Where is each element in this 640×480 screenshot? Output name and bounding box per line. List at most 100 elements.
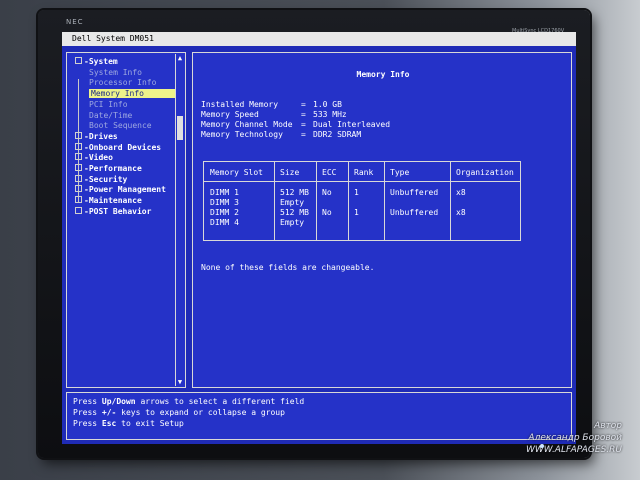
help-line: Press +/- keys to expand or collapse a g… <box>73 408 285 417</box>
table-cell: Empty <box>280 198 305 207</box>
tree-scrollbar[interactable]: ▲ ▼ <box>175 54 184 386</box>
expand-icon[interactable] <box>75 196 82 204</box>
column-divider <box>274 162 275 240</box>
tree-group-maintenance[interactable]: -Maintenance <box>75 196 142 205</box>
tree-item-pci-info[interactable]: PCI Info <box>89 100 128 109</box>
table-cell: No <box>322 188 332 197</box>
settings-tree: -System System Info Processor Info Memory I… <box>66 52 186 388</box>
tree-group-performance[interactable]: -Performance <box>75 164 142 173</box>
help-text: arrows to select a different field <box>135 397 305 406</box>
table-cell: Empty <box>280 218 305 227</box>
tree-item-date-time[interactable]: Date/Time <box>89 111 132 120</box>
help-bar: Press Up/Down arrows to select a differe… <box>66 392 572 440</box>
expand-icon[interactable] <box>75 142 82 150</box>
field-value: 1.0 GB <box>313 100 342 109</box>
help-key: Up/Down <box>101 397 136 406</box>
field-separator: = <box>301 100 306 109</box>
tree-item-label: POST Behavior <box>88 206 152 216</box>
help-text: Press <box>73 408 102 417</box>
tree-item-label: PCI Info <box>89 99 128 109</box>
help-text: keys to expand or collapse a group <box>116 408 285 417</box>
tree-item-label: Drives <box>88 131 118 141</box>
column-header: Organization <box>456 168 514 177</box>
table-cell: x8 <box>456 208 466 217</box>
field-label: Memory Technology <box>201 130 283 139</box>
table-cell: 1 <box>354 188 359 197</box>
column-divider <box>316 162 317 240</box>
tree-group-security[interactable]: -Security <box>75 174 128 184</box>
help-key: +/- <box>101 408 117 417</box>
expand-icon[interactable] <box>75 185 82 193</box>
memory-table: Memory Slot Size ECC Rank Type Organization DI… <box>203 161 521 241</box>
field-separator: = <box>301 120 306 129</box>
help-line: Press Up/Down arrows to select a differe… <box>73 397 304 406</box>
expand-icon[interactable] <box>75 206 82 214</box>
page-title: Memory Info <box>356 70 410 79</box>
scroll-thumb[interactable] <box>177 116 183 140</box>
help-text: to exit Setup <box>116 419 184 428</box>
bios-screen: Dell System DM051 -System System Info Proc… <box>62 32 576 444</box>
tree-group-system[interactable]: -System <box>75 57 118 66</box>
scroll-down-icon[interactable]: ▼ <box>176 378 184 386</box>
column-divider <box>348 162 349 240</box>
expand-icon[interactable] <box>75 164 82 171</box>
tree-item-label: System <box>88 57 118 66</box>
column-header: Rank <box>354 168 374 177</box>
tree-group-power-management[interactable]: -Power Management <box>75 185 166 194</box>
tree-group-post-behavior[interactable]: -POST Behavior <box>75 206 152 216</box>
collapse-icon[interactable] <box>75 57 82 64</box>
tree-item-label: Power Management <box>88 185 166 195</box>
field-separator: = <box>301 130 306 139</box>
tree-item-system-info[interactable]: System Info <box>89 68 142 77</box>
field-value: Dual Interleaved <box>313 120 391 129</box>
field-label: Memory Speed <box>201 110 259 119</box>
column-header: Memory Slot <box>210 168 263 177</box>
table-cell: 1 <box>354 208 359 217</box>
table-cell: DIMM 3 <box>210 198 239 207</box>
tree-item-label: Onboard Devices <box>88 142 162 152</box>
power-led <box>540 444 544 448</box>
tree-item-label: Processor Info <box>89 78 157 88</box>
tree-item-label: Date/Time <box>89 110 133 120</box>
scroll-up-icon[interactable]: ▲ <box>176 54 184 62</box>
tree-item-processor-info[interactable]: Processor Info <box>89 78 156 87</box>
expand-icon[interactable] <box>75 153 82 161</box>
tree-group-video[interactable]: -Video <box>75 153 113 162</box>
expand-icon[interactable] <box>75 174 82 182</box>
tree-item-label: Security <box>88 174 128 184</box>
tree-item-label: System Info <box>89 67 142 77</box>
tree-group-onboard-devices[interactable]: -Onboard Devices <box>75 142 162 152</box>
help-line: Press Esc to exit Setup <box>73 419 184 428</box>
help-text: Press <box>73 419 102 428</box>
watermark-line-2: Александр Боровой <box>528 433 622 443</box>
memory-info-panel: Memory Info Installed Memory = 1.0 GB Memor… <box>192 52 572 388</box>
expand-icon[interactable] <box>75 131 82 139</box>
field-separator: = <box>301 110 306 119</box>
tree-group-drives[interactable]: -Drives <box>75 131 118 141</box>
table-cell: DIMM 1 <box>210 188 239 197</box>
table-cell: DIMM 4 <box>210 218 239 227</box>
column-header: Size <box>280 168 300 177</box>
column-divider <box>384 162 385 240</box>
tree-item-label: Video <box>88 153 113 163</box>
field-value: 533 MHz <box>313 110 347 119</box>
tree-item-label: Boot Sequence <box>89 121 152 131</box>
tree-item-label: Performance <box>88 164 142 173</box>
tree-item-memory-info[interactable]: Memory Info <box>89 89 175 99</box>
readonly-note: None of these fields are changeable. <box>201 263 375 272</box>
table-cell: x8 <box>456 188 466 197</box>
watermark: Автор Александр Боровой WWW.ALFAPAGES.RU <box>526 420 622 456</box>
help-key: Esc <box>101 419 117 428</box>
column-divider <box>450 162 451 240</box>
help-text: Press <box>73 397 102 406</box>
tree-item-boot-sequence[interactable]: Boot Sequence <box>89 121 152 130</box>
column-header: ECC <box>322 168 337 177</box>
tree-item-label: Maintenance <box>88 196 142 206</box>
table-cell: Unbuffered <box>390 208 439 217</box>
column-header: Type <box>390 168 410 177</box>
window-title: Dell System DM051 <box>62 32 576 46</box>
table-cell: 512 MB <box>280 188 309 197</box>
tree-item-label: Memory Info <box>91 89 144 99</box>
tree-connector <box>78 79 79 203</box>
table-cell: 512 MB <box>280 208 309 217</box>
